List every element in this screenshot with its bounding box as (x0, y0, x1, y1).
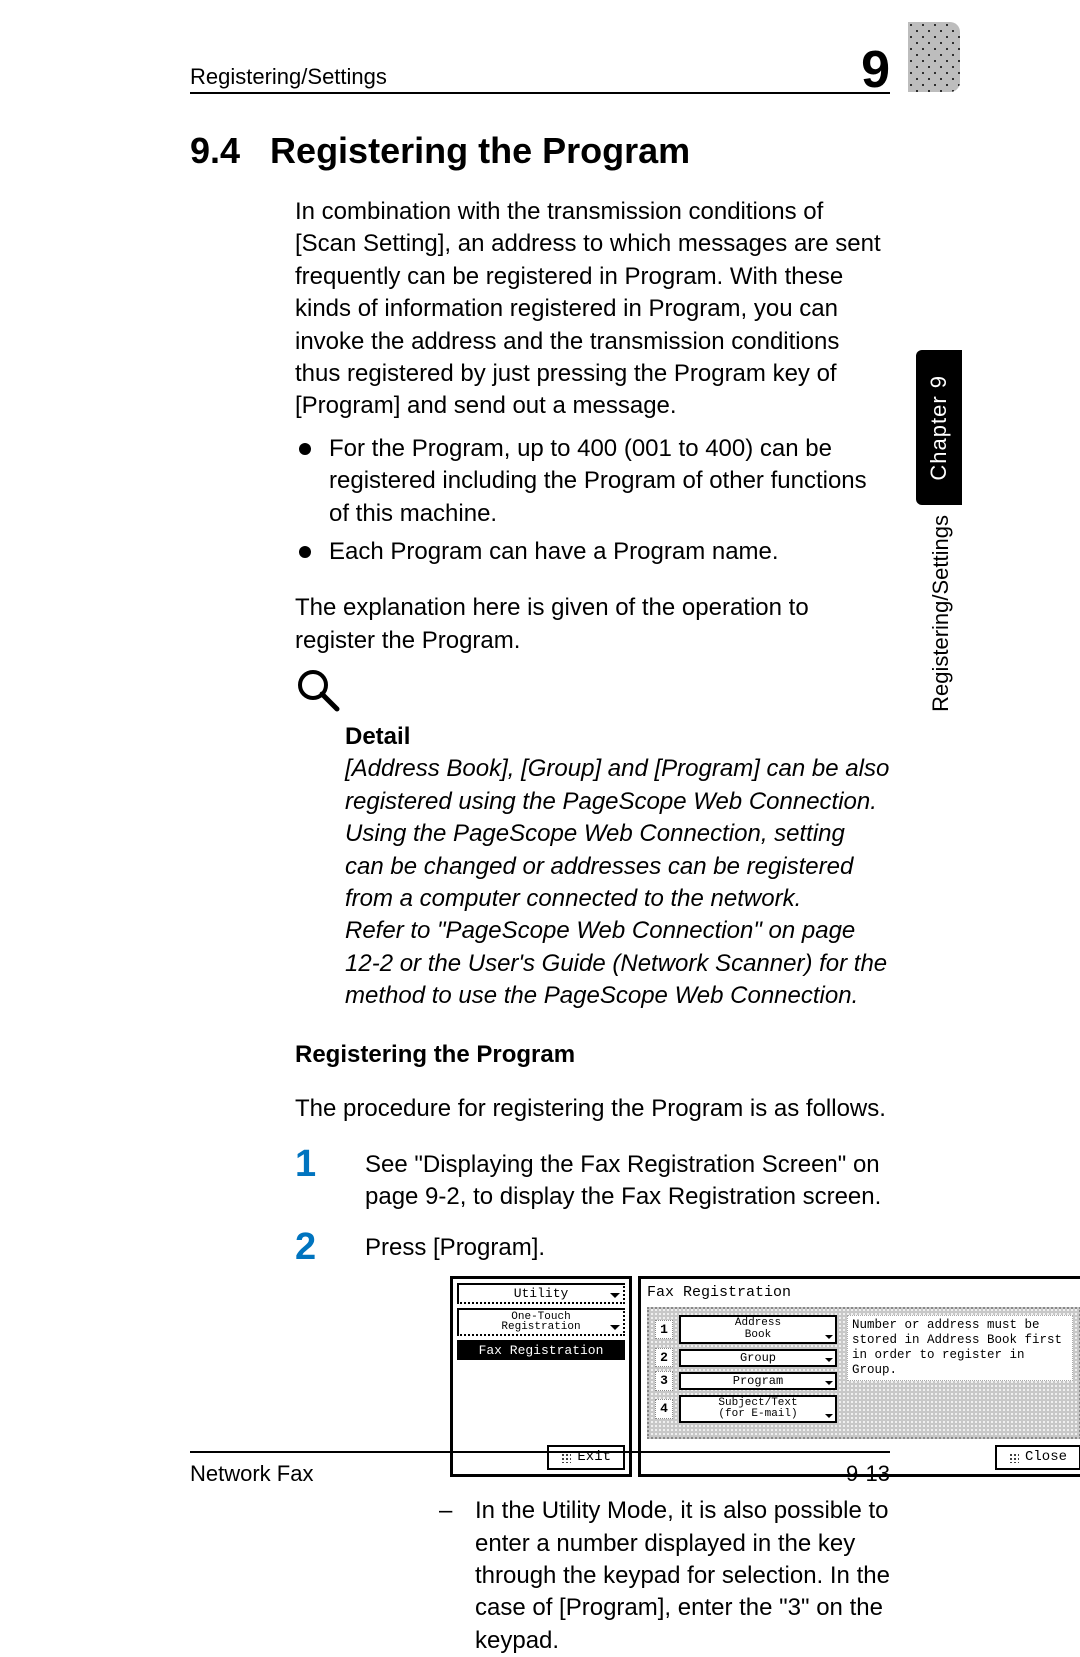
step-text: Press [Program]. (365, 1234, 545, 1261)
menu-program-button[interactable]: Program (679, 1372, 837, 1390)
intro-bullet: Each Program can have a Program name. (295, 536, 890, 568)
procedure-intro: The procedure for registering the Progra… (295, 1093, 890, 1125)
step-number: 1 (295, 1139, 316, 1190)
lcd-menu-row: 1 Address Book (655, 1315, 837, 1343)
side-tab-section: Registering/Settings (928, 515, 954, 712)
step-item: 1 See "Displaying the Fax Registration S… (295, 1149, 890, 1214)
close-button[interactable]: Close (995, 1445, 1080, 1470)
menu-label: Book (745, 1329, 771, 1341)
lcd-menu-index: 3 (655, 1371, 673, 1391)
breadcrumb-stack: Utility One-Touch Registration Fax Regis… (457, 1283, 625, 1360)
footer-page-number: 9-13 (846, 1461, 890, 1487)
footer-doc-name: Network Fax (190, 1461, 313, 1487)
lcd-menu-row: 4 Subject/Text (for E-mail) (655, 1395, 837, 1423)
running-header-section: Registering/Settings (190, 64, 387, 90)
lcd-menu-index: 1 (655, 1320, 673, 1340)
menu-label: Group (740, 1351, 776, 1365)
breadcrumb-fax-registration[interactable]: Fax Registration (457, 1340, 625, 1361)
lcd-left-panel: Utility One-Touch Registration Fax Regis… (450, 1276, 632, 1477)
procedure-subhead: Registering the Program (295, 1041, 890, 1069)
header-rule (190, 92, 890, 94)
lcd-menu-column: 1 Address Book 2 Group (655, 1315, 837, 1423)
menu-label: Subject/Text (718, 1397, 797, 1409)
lcd-menu-row: 2 Group (655, 1348, 837, 1368)
detail-paragraph: [Address Book], [Group] and [Program] ca… (345, 753, 890, 915)
lcd-hint-text: Number or address must be stored in Addr… (847, 1315, 1073, 1381)
menu-subject-text-button[interactable]: Subject/Text (for E-mail) (679, 1395, 837, 1423)
close-label: Close (1025, 1448, 1067, 1467)
step-list: 1 See "Displaying the Fax Registration S… (295, 1149, 890, 1657)
breadcrumb-one-touch[interactable]: One-Touch Registration (457, 1308, 625, 1336)
intro-paragraph: In combination with the transmission con… (295, 196, 890, 423)
section-title-text: Registering the Program (270, 130, 690, 172)
running-header-chapter-digit: 9 (861, 44, 890, 96)
menu-label: (for E-mail) (718, 1408, 797, 1420)
lcd-right-panel: Fax Registration 1 Address Book (638, 1276, 1080, 1477)
corner-tab-decor (908, 22, 960, 92)
menu-label: Address (735, 1317, 781, 1329)
intro-bullet-list: For the Program, up to 400 (001 to 400) … (295, 433, 890, 569)
lcd-menu-index: 4 (655, 1399, 673, 1419)
lcd-menu-index: 2 (655, 1348, 673, 1368)
running-footer: Network Fax 9-13 (190, 1451, 890, 1487)
side-tab-chapter: Chapter 9 (926, 375, 952, 481)
running-header: Registering/Settings 9 (190, 38, 890, 90)
detail-icon (295, 667, 890, 715)
lcd-body: 1 Address Book 2 Group (647, 1307, 1080, 1439)
detail-block: Detail [Address Book], [Group] and [Prog… (345, 721, 890, 1013)
side-tab-chapter-box: Chapter 9 (916, 350, 962, 505)
step-text: See "Displaying the Fax Registration Scr… (365, 1151, 881, 1210)
breadcrumb-label: Utility (514, 1286, 569, 1301)
breadcrumb-label: Registration (501, 1321, 580, 1333)
intro-bullet: For the Program, up to 400 (001 to 400) … (295, 433, 890, 530)
lcd-screen-title: Fax Registration (647, 1283, 1080, 1303)
step-item: 2 Press [Program]. Utility One-Touch (295, 1232, 890, 1657)
intro-followup: The explanation here is given of the ope… (295, 592, 890, 657)
section-heading: 9.4 Registering the Program (190, 130, 890, 172)
close-icon (1009, 1453, 1019, 1463)
lcd-menu-row: 3 Program (655, 1371, 837, 1391)
menu-address-book-button[interactable]: Address Book (679, 1315, 837, 1343)
side-tab: Chapter 9 Registering/Settings (916, 350, 962, 870)
lcd-screenshot: Utility One-Touch Registration Fax Regis… (450, 1276, 1080, 1477)
section-number: 9.4 (190, 130, 240, 172)
step-number: 2 (295, 1222, 316, 1273)
menu-label: Program (733, 1374, 783, 1388)
breadcrumb-label: Fax Registration (479, 1343, 604, 1358)
menu-group-button[interactable]: Group (679, 1349, 837, 1367)
detail-paragraph: Refer to "PageScope Web Connection" on p… (345, 915, 890, 1012)
breadcrumb-utility[interactable]: Utility (457, 1283, 625, 1304)
step-subnote: In the Utility Mode, it is also possible… (435, 1495, 890, 1657)
detail-heading: Detail (345, 721, 890, 753)
